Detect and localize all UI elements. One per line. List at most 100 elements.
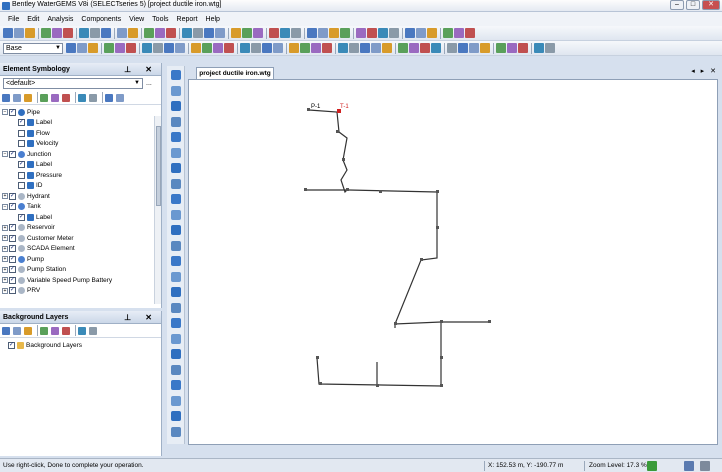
tab-document[interactable]: project ductile iron.wtg	[196, 67, 274, 79]
checkbox[interactable]	[18, 129, 25, 137]
toolbar-button-icon[interactable]	[318, 28, 328, 38]
toolbar-button-icon[interactable]	[2, 93, 10, 102]
tree-item[interactable]: Velocity	[0, 139, 161, 150]
tree-item[interactable]: ✓ Label	[0, 160, 161, 171]
toolbar-button-icon[interactable]	[62, 326, 70, 335]
tree-item[interactable]: + ✓ Pump Station	[0, 265, 161, 276]
toolbar-button-icon[interactable]	[105, 93, 113, 102]
tree-item[interactable]: ID	[0, 181, 161, 192]
toolbar-button-icon[interactable]	[371, 43, 381, 53]
checkbox[interactable]	[18, 140, 25, 148]
toolbar-button-icon[interactable]	[191, 43, 201, 53]
toolbar-button-icon[interactable]	[269, 28, 279, 38]
tree-item[interactable]: + ✓ Customer Meter	[0, 233, 161, 244]
tree-item[interactable]: ✓ Label	[0, 212, 161, 223]
expander-icon[interactable]: −	[2, 151, 8, 158]
toolbar-button-icon[interactable]	[262, 43, 272, 53]
toolbar-button-icon[interactable]	[338, 43, 348, 53]
toolbar-button-icon[interactable]	[545, 43, 555, 53]
toolbar-button-icon[interactable]	[534, 43, 544, 53]
checkbox[interactable]: ✓	[9, 266, 16, 274]
checkbox[interactable]: ✓	[9, 276, 16, 284]
toolbar-button-icon[interactable]	[289, 43, 299, 53]
drawing-canvas[interactable]: P-1 T-1	[188, 79, 718, 445]
toolbar-button-icon[interactable]	[2, 326, 10, 335]
toolbar-button-icon[interactable]	[202, 43, 212, 53]
layout-tool-icon[interactable]	[171, 209, 181, 220]
checkbox[interactable]: ✓	[18, 119, 25, 127]
checkbox[interactable]: ✓	[9, 255, 16, 263]
symbology-combo[interactable]: <default> ▼	[3, 78, 143, 89]
refresh-icon[interactable]	[647, 461, 657, 471]
tree-item[interactable]: + ✓ Hydrant	[0, 191, 161, 202]
layout-tool-icon[interactable]	[171, 256, 181, 266]
toolbar-button-icon[interactable]	[101, 28, 111, 38]
checkbox[interactable]: ✓	[9, 224, 16, 232]
menu-analysis[interactable]: Analysis	[43, 16, 77, 23]
checkbox[interactable]	[18, 171, 25, 179]
layout-tool-icon[interactable]	[171, 147, 181, 158]
layout-tool-icon[interactable]	[171, 271, 181, 282]
toolbar-button-icon[interactable]	[329, 28, 339, 38]
layout-tool-icon[interactable]	[171, 349, 181, 359]
toolbar-button-icon[interactable]	[52, 28, 62, 38]
toolbar-button-icon[interactable]	[458, 43, 468, 53]
toolbar-button-icon[interactable]	[273, 43, 283, 53]
menu-edit[interactable]: Edit	[23, 16, 43, 23]
layout-tool-icon[interactable]	[171, 132, 181, 142]
toolbar-button-icon[interactable]	[89, 326, 97, 335]
toolbar-button-icon[interactable]	[14, 28, 24, 38]
scroll-thumb[interactable]	[156, 126, 161, 206]
layout-tool-icon[interactable]	[171, 240, 181, 251]
tree-item[interactable]: ✓ Label	[0, 118, 161, 129]
layout-tool-icon[interactable]	[171, 364, 181, 375]
toolbar-button-icon[interactable]	[465, 28, 475, 38]
toolbar-button-icon[interactable]	[164, 43, 174, 53]
layout-tool-icon[interactable]	[171, 70, 181, 80]
checkbox[interactable]: ✓	[18, 161, 25, 169]
tree-item[interactable]: − ✓ Junction	[0, 149, 161, 160]
toolbar-button-icon[interactable]	[443, 28, 453, 38]
toolbar-button-icon[interactable]	[51, 93, 59, 102]
toolbar-button-icon[interactable]	[204, 28, 214, 38]
toolbar-button-icon[interactable]	[507, 43, 517, 53]
toolbar-button-icon[interactable]	[24, 326, 32, 335]
grid-icon[interactable]	[700, 461, 710, 471]
toolbar-button-icon[interactable]	[427, 28, 437, 38]
layout-tool-icon[interactable]	[171, 116, 181, 127]
toolbar-button-icon[interactable]	[41, 28, 51, 38]
layout-tool-icon[interactable]	[171, 333, 181, 344]
toolbar-button-icon[interactable]	[24, 93, 32, 102]
tree-item[interactable]: + ✓ Pump	[0, 254, 161, 265]
toolbar-button-icon[interactable]	[117, 28, 127, 38]
toolbar-button-icon[interactable]	[193, 28, 203, 38]
toolbar-button-icon[interactable]	[78, 93, 86, 102]
expander-icon[interactable]: +	[2, 277, 8, 284]
tree-item[interactable]: + ✓ Reservoir	[0, 223, 161, 234]
tree-item[interactable]: − ✓ Tank	[0, 202, 161, 213]
toolbar-button-icon[interactable]	[382, 43, 392, 53]
tree-item[interactable]: + ✓ PRV	[0, 286, 161, 296]
toolbar-button-icon[interactable]	[253, 28, 263, 38]
toolbar-button-icon[interactable]	[79, 28, 89, 38]
toolbar-button-icon[interactable]	[454, 28, 464, 38]
checkbox[interactable]	[18, 182, 25, 190]
toolbar-button-icon[interactable]	[182, 28, 192, 38]
toolbar-button-icon[interactable]	[496, 43, 506, 53]
checkbox[interactable]: ✓	[9, 192, 16, 200]
toolbar-button-icon[interactable]	[322, 43, 332, 53]
panel-pin-close[interactable]: ⊥ ✕	[124, 63, 158, 76]
toolbar-button-icon[interactable]	[63, 28, 73, 38]
toolbar-button-icon[interactable]	[40, 93, 48, 102]
layout-tool-icon[interactable]	[171, 395, 181, 406]
toolbar-button-icon[interactable]	[291, 28, 301, 38]
toolbar-button-icon[interactable]	[126, 43, 136, 53]
menu-help[interactable]: Help	[202, 16, 224, 23]
close-button[interactable]: ✕	[702, 0, 720, 10]
toolbar-button-icon[interactable]	[360, 43, 370, 53]
expander-icon[interactable]: −	[2, 203, 8, 210]
toolbar-button-icon[interactable]	[420, 43, 430, 53]
tree-item[interactable]: − ✓ Pipe	[0, 107, 161, 118]
toolbar-button-icon[interactable]	[340, 28, 350, 38]
toolbar-button-icon[interactable]	[367, 28, 377, 38]
